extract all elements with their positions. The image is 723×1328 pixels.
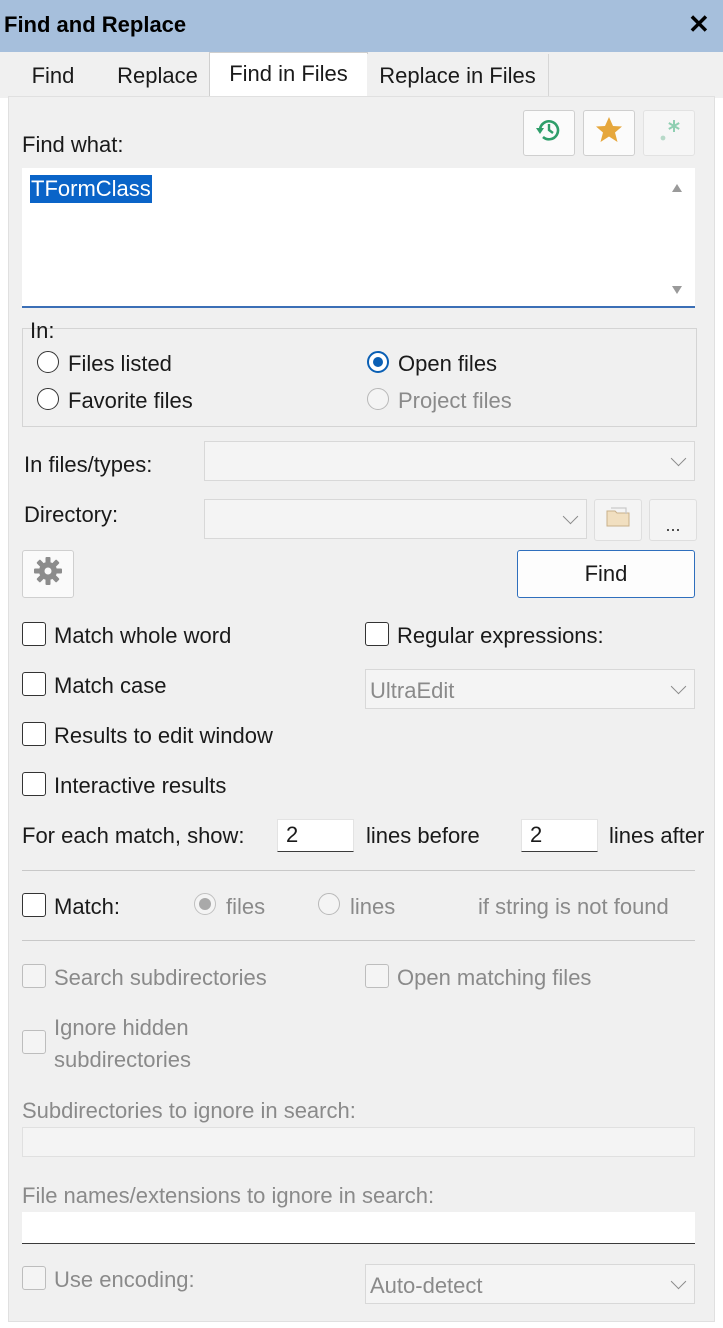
match-lines-radio[interactable]: [318, 893, 340, 915]
subdirectories-ignore-input[interactable]: [22, 1127, 695, 1157]
tab-replace[interactable]: Replace: [106, 54, 210, 96]
directory-combo[interactable]: [204, 499, 587, 539]
in-files-types-label: In files/types:: [24, 452, 153, 477]
project-files-label: Project files: [398, 388, 512, 413]
match-lines-label: lines: [350, 894, 396, 919]
regex-icon: [654, 115, 684, 151]
project-files-radio[interactable]: [367, 388, 389, 410]
match-checkbox[interactable]: [22, 893, 46, 917]
window-title: Find and Replace: [4, 12, 187, 37]
match-whole-word-checkbox[interactable]: [22, 622, 46, 646]
directory-label: Directory:: [24, 502, 119, 527]
favorites-button[interactable]: [583, 110, 635, 156]
encoding-combo[interactable]: Auto-detect: [365, 1264, 695, 1304]
use-encoding-checkbox[interactable]: [22, 1266, 46, 1290]
open-matching-files-checkbox[interactable]: [365, 964, 389, 988]
find-what-text: TFormClass: [30, 175, 152, 203]
open-files-radio[interactable]: [367, 351, 389, 373]
divider: [22, 940, 695, 941]
search-subdirectories-checkbox[interactable]: [22, 964, 46, 988]
history-button[interactable]: [523, 110, 575, 156]
open-matching-files-label: Open matching files: [397, 965, 592, 990]
files-listed-label: Files listed: [68, 351, 172, 376]
for-each-match-label: For each match, show:: [22, 823, 245, 848]
lines-before-input[interactable]: 2: [277, 819, 354, 852]
regex-toggle-button[interactable]: [643, 110, 695, 156]
tab-find-in-files[interactable]: Find in Files: [209, 52, 368, 99]
settings-button[interactable]: [22, 550, 74, 598]
divider: [22, 870, 695, 871]
tab-replace-label: Replace: [117, 63, 198, 88]
close-icon[interactable]: ✕: [688, 11, 710, 37]
in-files-types-combo[interactable]: [204, 441, 695, 481]
regex-engine-value: UltraEdit: [370, 678, 455, 703]
results-to-edit-window-checkbox[interactable]: [22, 722, 46, 746]
match-whole-word-label: Match whole word: [54, 623, 232, 648]
find-what-label: Find what:: [22, 132, 124, 157]
chevron-down-icon: [670, 1273, 687, 1290]
ignore-hidden-label-line2: subdirectories: [54, 1047, 191, 1072]
favorite-files-radio[interactable]: [37, 388, 59, 410]
lines-before-label: lines before: [366, 823, 480, 848]
filenames-ignore-input[interactable]: [22, 1212, 695, 1244]
chevron-down-icon: [562, 508, 579, 525]
folder-icon: [604, 505, 632, 535]
favorite-files-label: Favorite files: [68, 388, 193, 413]
find-button-label: Find: [584, 561, 628, 586]
open-files-label: Open files: [398, 351, 498, 376]
tab-find[interactable]: Find: [0, 54, 107, 96]
star-icon: [594, 115, 624, 151]
tab-find-label: Find: [31, 63, 75, 88]
ignore-hidden-label-line1: Ignore hidden: [54, 1015, 189, 1040]
lines-after-input[interactable]: 2: [521, 819, 598, 852]
encoding-value: Auto-detect: [370, 1273, 483, 1298]
regular-expressions-label: Regular expressions:: [397, 623, 604, 648]
browse-button-label: ...: [665, 515, 681, 535]
chevron-down-icon: [670, 450, 687, 467]
results-to-edit-window-label: Results to edit window: [54, 723, 273, 748]
filenames-ignore-label: File names/extensions to ignore in searc…: [22, 1183, 435, 1208]
match-case-checkbox[interactable]: [22, 672, 46, 696]
history-icon: [534, 115, 564, 151]
regex-engine-combo[interactable]: UltraEdit: [365, 669, 695, 709]
match-case-label: Match case: [54, 673, 167, 698]
interactive-results-checkbox[interactable]: [22, 772, 46, 796]
find-button[interactable]: Find: [517, 550, 695, 598]
not-found-label: if string is not found: [478, 894, 669, 919]
search-subdirectories-label: Search subdirectories: [54, 965, 267, 990]
regular-expressions-checkbox[interactable]: [365, 622, 389, 646]
subdirectories-ignore-label: Subdirectories to ignore in search:: [22, 1098, 356, 1123]
tab-replace-in-files-label: Replace in Files: [379, 63, 536, 88]
chevron-down-icon: [670, 678, 687, 695]
browse-button[interactable]: ...: [649, 499, 697, 541]
match-files-radio[interactable]: [194, 893, 216, 915]
match-label: Match:: [54, 894, 121, 919]
match-files-label: files: [226, 894, 266, 919]
lines-after-label: lines after: [609, 823, 705, 848]
tab-find-in-files-label: Find in Files: [229, 61, 348, 86]
find-what-scrollbar[interactable]: [662, 172, 692, 302]
ignore-hidden-subdirectories-checkbox[interactable]: [22, 1030, 46, 1054]
files-listed-radio[interactable]: [37, 351, 59, 373]
interactive-results-label: Interactive results: [54, 773, 227, 798]
open-folder-button[interactable]: [594, 499, 642, 541]
gear-icon: [32, 555, 64, 593]
use-encoding-label: Use encoding:: [54, 1267, 195, 1292]
tab-replace-in-files[interactable]: Replace in Files: [367, 54, 549, 96]
in-group-label: In:: [30, 318, 55, 343]
